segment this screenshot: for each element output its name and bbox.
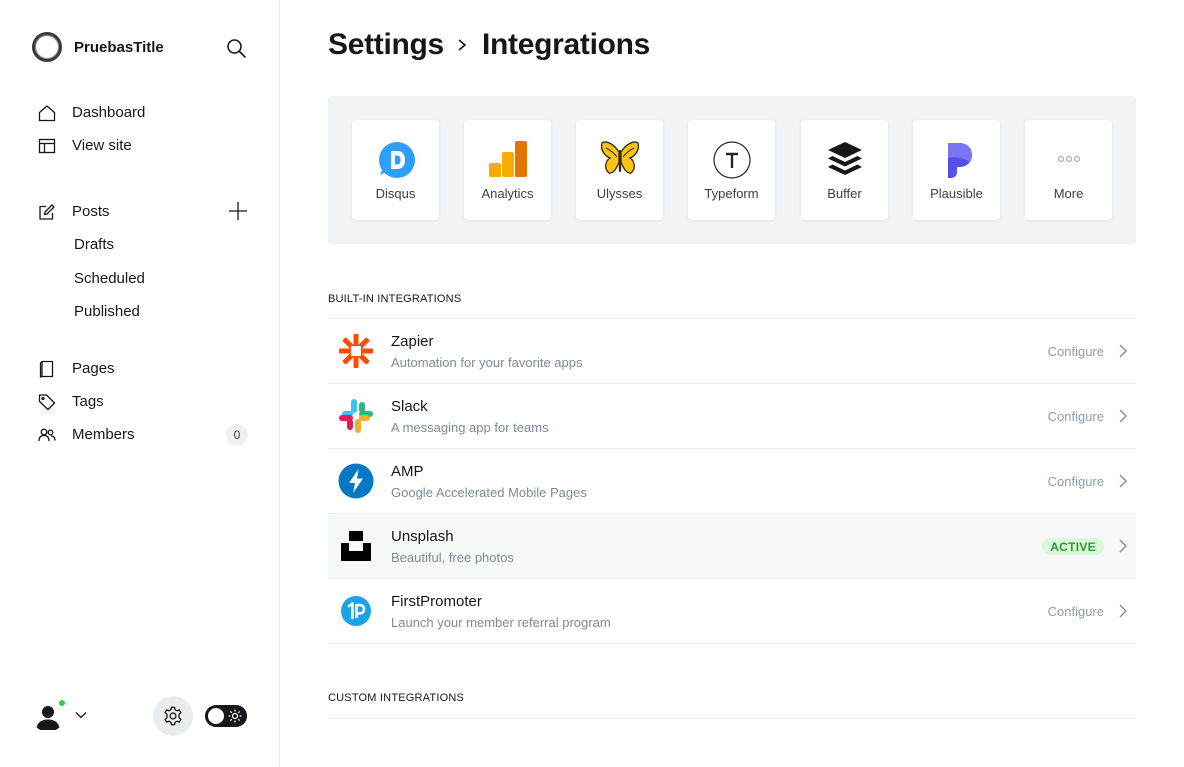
sidebar-item-view-site[interactable]: View site: [0, 129, 280, 162]
app-label: Analytics: [481, 186, 534, 201]
app-card-typeform[interactable]: Typeform: [688, 120, 775, 220]
sidebar-item-label: Members: [72, 426, 135, 443]
dark-mode-toggle[interactable]: [205, 705, 247, 727]
tag-icon: [38, 393, 56, 411]
sidebar-item-members[interactable]: Members 0: [0, 418, 280, 451]
integration-row-firstpromoter[interactable]: FirstPromoter Launch your member referra…: [328, 579, 1136, 644]
sidebar-footer: [32, 696, 248, 736]
app-label: Ulysses: [596, 186, 643, 201]
members-count-badge: 0: [226, 424, 248, 446]
unsplash-icon: [338, 528, 374, 564]
app-card-plausible[interactable]: Plausible: [913, 120, 1000, 220]
chevron-down-icon[interactable]: [74, 708, 88, 722]
site-brand[interactable]: PruebasTitle: [32, 32, 164, 62]
site-logo: [32, 32, 62, 62]
builtin-integrations-heading: BUILT-IN INTEGRATIONS: [328, 293, 462, 305]
app-label: More: [1053, 186, 1084, 201]
primary-nav: Dashboard View site: [0, 96, 280, 162]
chevron-right-icon: [1118, 408, 1128, 424]
integration-name: Slack: [391, 398, 428, 415]
edit-icon: [38, 203, 56, 221]
integration-description: Automation for your favorite apps: [391, 355, 583, 370]
new-post-plus-icon[interactable]: [228, 201, 248, 221]
breadcrumb-current: Integrations: [481, 28, 651, 61]
buffer-icon: [825, 140, 865, 180]
integration-row-amp[interactable]: AMP Google Accelerated Mobile Pages Conf…: [328, 449, 1136, 514]
integration-name: Zapier: [391, 333, 434, 350]
sidebar-item-label: Tags: [72, 393, 104, 410]
app-card-buffer[interactable]: Buffer: [801, 120, 888, 220]
sidebar-item-dashboard[interactable]: Dashboard: [0, 96, 280, 129]
active-status-badge: ACTIVE: [1042, 538, 1104, 555]
builtin-integrations-list: Zapier Automation for your favorite apps…: [328, 318, 1136, 644]
chevron-right-icon: [456, 37, 468, 53]
zapier-icon: [338, 333, 374, 369]
search-icon[interactable]: [224, 36, 248, 60]
sidebar-item-published[interactable]: Published: [0, 295, 280, 329]
apps-directory: Disqus Analytics Ulysses Typeform Buffer: [328, 96, 1136, 244]
page-title: Settings Integrations: [328, 28, 650, 62]
google-analytics-icon: [488, 140, 528, 180]
app-label: Buffer: [827, 186, 862, 201]
app-card-more[interactable]: More: [1025, 120, 1112, 220]
integration-description: A messaging app for teams: [391, 420, 549, 435]
configure-link[interactable]: Configure: [1048, 409, 1104, 424]
integration-name: Unsplash: [391, 528, 454, 545]
plausible-icon: [937, 140, 977, 180]
app-card-analytics[interactable]: Analytics: [464, 120, 551, 220]
sun-icon: [228, 709, 242, 723]
app-label: Typeform: [704, 186, 759, 201]
settings-gear-button[interactable]: [153, 696, 193, 736]
sidebar-item-drafts[interactable]: Drafts: [0, 228, 280, 262]
configure-link[interactable]: Configure: [1048, 474, 1104, 489]
sidebar-item-label: Pages: [72, 360, 115, 377]
integration-row-slack[interactable]: Slack A messaging app for teams Configur…: [328, 384, 1136, 449]
sidebar-item-label: Dashboard: [72, 104, 146, 121]
toggle-knob: [208, 708, 224, 724]
page-icon: [38, 360, 56, 378]
divider: [328, 718, 1136, 719]
integration-row-unsplash[interactable]: Unsplash Beautiful, free photos ACTIVE: [328, 514, 1136, 579]
sidebar-item-scheduled[interactable]: Scheduled: [0, 262, 280, 296]
online-status-dot: [57, 698, 67, 708]
app-label: Disqus: [375, 186, 416, 201]
sidebar: PruebasTitle Dashboard View site Posts D…: [0, 0, 280, 767]
integration-description: Launch your member referral program: [391, 615, 611, 630]
app-label: Plausible: [930, 186, 983, 201]
firstpromoter-icon: [338, 593, 374, 629]
site-title: PruebasTitle: [74, 38, 164, 56]
configure-link[interactable]: Configure: [1048, 344, 1104, 359]
members-icon: [38, 426, 56, 444]
custom-integrations-heading: CUSTOM INTEGRATIONS: [328, 692, 465, 704]
integration-name: FirstPromoter: [391, 593, 482, 610]
amp-icon: [338, 463, 374, 499]
configure-link[interactable]: Configure: [1048, 604, 1104, 619]
more-icon: [1049, 140, 1089, 180]
chevron-right-icon: [1118, 473, 1128, 489]
typeform-icon: [712, 140, 752, 180]
sidebar-item-tags[interactable]: Tags: [0, 385, 280, 418]
chevron-right-icon: [1118, 538, 1128, 554]
integration-row-zapier[interactable]: Zapier Automation for your favorite apps…: [328, 319, 1136, 384]
sidebar-item-posts[interactable]: Posts: [0, 195, 280, 228]
chevron-right-icon: [1118, 343, 1128, 359]
sidebar-item-label: Posts: [72, 203, 110, 220]
slack-icon: [338, 398, 374, 434]
integration-name: AMP: [391, 463, 424, 480]
chevron-right-icon: [1118, 603, 1128, 619]
integration-description: Google Accelerated Mobile Pages: [391, 485, 587, 500]
gear-icon: [162, 705, 184, 727]
secondary-nav: Pages Tags Members 0: [0, 352, 280, 451]
butterfly-icon: [600, 140, 640, 180]
sidebar-item-pages[interactable]: Pages: [0, 352, 280, 385]
sidebar-item-label: View site: [72, 137, 132, 154]
layout-icon: [38, 137, 56, 155]
integration-description: Beautiful, free photos: [391, 550, 514, 565]
home-icon: [38, 104, 56, 122]
posts-nav: Posts Drafts Scheduled Published: [0, 195, 280, 329]
breadcrumb-settings-link[interactable]: Settings: [328, 28, 444, 62]
disqus-icon: [376, 140, 416, 180]
app-card-disqus[interactable]: Disqus: [352, 120, 439, 220]
app-card-ulysses[interactable]: Ulysses: [576, 120, 663, 220]
